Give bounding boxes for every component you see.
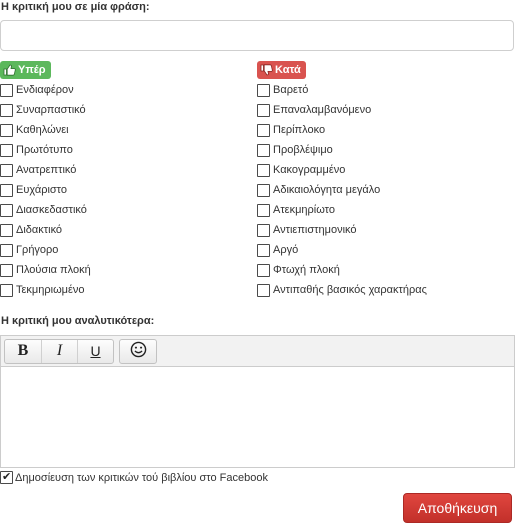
rich-text-editor: B I U	[0, 335, 515, 468]
pros-option[interactable]: Συναρπαστικό	[0, 100, 91, 120]
pros-option-checkbox[interactable]	[0, 183, 13, 197]
pros-list: Ενδιαφέρον Συναρπαστικό Καθηλώνει Πρωτότυπο…	[0, 80, 91, 300]
cons-option[interactable]: Αδικαιολόγητα μεγάλο	[257, 180, 427, 200]
cons-option[interactable]: Επαναλαμβανόμενο	[257, 100, 427, 120]
cons-option-label: Περίπλοκο	[273, 124, 326, 136]
check-icon: ✔	[2, 471, 12, 483]
cons-option[interactable]: Βαρετό	[257, 80, 427, 100]
facebook-share-row: ✔ Δημοσίευση των κριτικών τού βιβλίου στ…	[0, 471, 268, 484]
cons-option-checkbox[interactable]	[257, 243, 270, 257]
pros-option-label: Ανατρεπτικό	[16, 164, 77, 176]
cons-option[interactable]: Ατεκμηρίωτο	[257, 200, 427, 220]
cons-option-label: Αντιεπιστημονικό	[273, 224, 357, 236]
bold-button[interactable]: B	[5, 340, 41, 363]
thumbs-up-icon	[3, 64, 16, 76]
pros-option[interactable]: Ανατρεπτικό	[0, 160, 91, 180]
smiley-icon	[130, 341, 147, 362]
facebook-share-checkbox[interactable]: ✔	[0, 471, 13, 484]
cons-option-label: Αδικαιολόγητα μεγάλο	[273, 184, 381, 196]
pros-option-label: Διδακτικό	[16, 224, 63, 236]
pros-option-checkbox[interactable]	[0, 243, 13, 257]
pros-option-label: Διασκεδαστικό	[16, 204, 87, 216]
cons-option-label: Κακογραμμένο	[273, 164, 346, 176]
cons-option-checkbox[interactable]	[257, 143, 270, 157]
detail-label: Η κριτική μου αναλυτικότερα:	[1, 315, 155, 327]
save-button[interactable]: Αποθήκευση	[403, 493, 512, 523]
cons-option-label: Φτωχή πλοκή	[273, 264, 340, 276]
pros-badge: Υπέρ	[0, 61, 51, 79]
cons-option[interactable]: Περίπλοκο	[257, 120, 427, 140]
emoji-button[interactable]	[120, 340, 156, 363]
pros-option-checkbox[interactable]	[0, 203, 13, 217]
pros-option-label: Γρήγορο	[16, 244, 59, 256]
cons-option-checkbox[interactable]	[257, 223, 270, 237]
pros-option[interactable]: Ενδιαφέρον	[0, 80, 91, 100]
cons-option-label: Προβλέψιμο	[273, 144, 333, 156]
cons-option-label: Αργό	[273, 244, 299, 256]
cons-option-label: Βαρετό	[273, 84, 309, 96]
pros-title: Υπέρ	[18, 64, 46, 76]
facebook-share-label: Δημοσίευση των κριτικών τού βιβλίου στο …	[15, 471, 268, 484]
pros-option-checkbox[interactable]	[0, 283, 13, 297]
pros-option-checkbox[interactable]	[0, 223, 13, 237]
pros-option-label: Πλούσια πλοκή	[16, 264, 91, 276]
cons-badge: Κατά	[257, 61, 306, 79]
pros-option[interactable]: Γρήγορο	[0, 240, 91, 260]
pros-option[interactable]: Πλούσια πλοκή	[0, 260, 91, 280]
pros-option[interactable]: Πρωτότυπο	[0, 140, 91, 160]
cons-option-label: Αντιπαθής βασικός χαρακτήρας	[273, 284, 427, 296]
pros-option-label: Πρωτότυπο	[16, 144, 73, 156]
cons-option-label: Ατεκμηρίωτο	[273, 204, 335, 216]
pros-option[interactable]: Διασκεδαστικό	[0, 200, 91, 220]
pros-option-label: Ευχάριστο	[16, 184, 67, 196]
pros-option-checkbox[interactable]	[0, 103, 13, 117]
pros-option[interactable]: Καθηλώνει	[0, 120, 91, 140]
phrase-input[interactable]	[0, 20, 514, 51]
editor-toolbar: B I U	[1, 336, 514, 367]
cons-option[interactable]: Αντιεπιστημονικό	[257, 220, 427, 240]
pros-option-checkbox[interactable]	[0, 83, 13, 97]
cons-option[interactable]: Αντιπαθής βασικός χαρακτήρας	[257, 280, 427, 300]
cons-list: Βαρετό Επαναλαμβανόμενο Περίπλοκο Προβλέψιμ…	[257, 80, 427, 300]
cons-option[interactable]: Φτωχή πλοκή	[257, 260, 427, 280]
cons-option-checkbox[interactable]	[257, 263, 270, 277]
cons-option-checkbox[interactable]	[257, 123, 270, 137]
cons-option-checkbox[interactable]	[257, 83, 270, 97]
pros-option-label: Τεκμηριωμένο	[16, 284, 85, 296]
underline-button[interactable]: U	[77, 339, 113, 363]
pros-option[interactable]: Ευχάριστο	[0, 180, 91, 200]
format-button-group: B I U	[4, 338, 114, 364]
cons-option-checkbox[interactable]	[257, 283, 270, 297]
italic-button[interactable]: I	[41, 339, 77, 363]
pros-option-checkbox[interactable]	[0, 123, 13, 137]
cons-option-checkbox[interactable]	[257, 203, 270, 217]
pros-option-checkbox[interactable]	[0, 143, 13, 157]
cons-option-checkbox[interactable]	[257, 183, 270, 197]
phrase-label: Η κριτική μου σε μία φράση:	[1, 1, 150, 13]
editor-text-area[interactable]	[1, 367, 514, 467]
emoji-button-group	[119, 338, 157, 364]
cons-option-checkbox[interactable]	[257, 163, 270, 177]
cons-option[interactable]: Κακογραμμένο	[257, 160, 427, 180]
pros-option-label: Ενδιαφέρον	[16, 84, 74, 96]
pros-option-checkbox[interactable]	[0, 163, 13, 177]
pros-option-checkbox[interactable]	[0, 263, 13, 277]
cons-option[interactable]: Προβλέψιμο	[257, 140, 427, 160]
pros-option-label: Συναρπαστικό	[16, 104, 86, 116]
cons-option-label: Επαναλαμβανόμενο	[273, 104, 372, 116]
pros-option[interactable]: Τεκμηριωμένο	[0, 280, 91, 300]
pros-option-label: Καθηλώνει	[16, 124, 69, 136]
cons-option[interactable]: Αργό	[257, 240, 427, 260]
pros-option[interactable]: Διδακτικό	[0, 220, 91, 240]
cons-option-checkbox[interactable]	[257, 103, 270, 117]
thumbs-down-icon	[260, 64, 273, 76]
cons-title: Κατά	[275, 64, 301, 76]
